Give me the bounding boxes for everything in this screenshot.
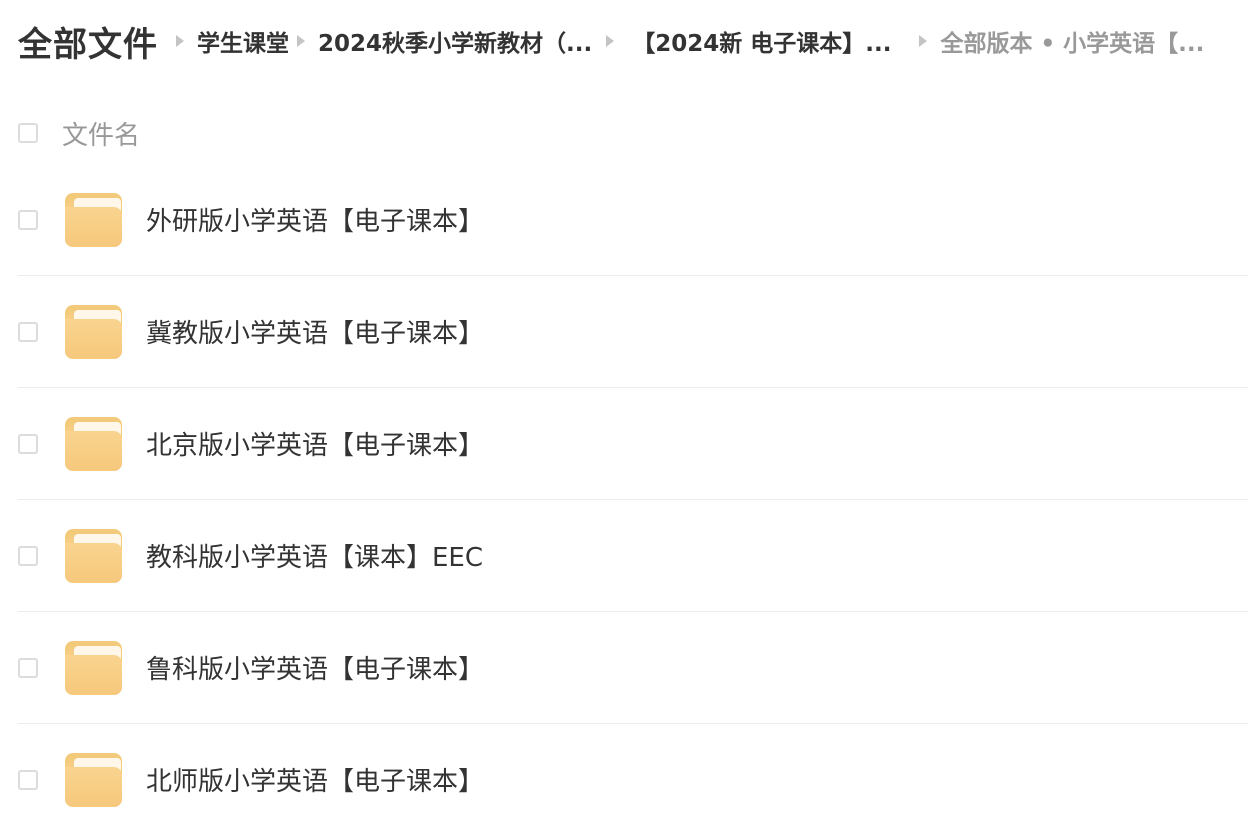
breadcrumb-item-2[interactable]: 2024秋季小学新教材（...: [318, 24, 592, 58]
row-checkbox[interactable]: [18, 321, 38, 342]
file-list: 外研版小学英语【电子课本】 冀教版小学英语【电子课本】 北京版小学英语【电子课本…: [18, 164, 1248, 835]
breadcrumb-separator-icon: [297, 35, 305, 47]
folder-icon: [65, 528, 122, 583]
row-checkbox[interactable]: [18, 433, 38, 454]
folder-icon: [65, 640, 122, 695]
file-name[interactable]: 鲁科版小学英语【电子课本】: [146, 649, 484, 686]
folder-icon: [65, 192, 122, 247]
file-name[interactable]: 外研版小学英语【电子课本】: [146, 201, 484, 238]
list-header: 文件名: [18, 108, 140, 158]
file-name[interactable]: 北京版小学英语【电子课本】: [146, 425, 484, 462]
row-checkbox[interactable]: [18, 209, 38, 230]
page-title[interactable]: 全部文件: [18, 17, 158, 66]
row-checkbox[interactable]: [18, 545, 38, 566]
breadcrumb-item-3[interactable]: 【2024新 电子课本】...: [632, 24, 891, 58]
folder-icon: [65, 752, 122, 807]
folder-icon: [65, 304, 122, 359]
file-name[interactable]: 冀教版小学英语【电子课本】: [146, 313, 484, 350]
list-item[interactable]: 冀教版小学英语【电子课本】: [18, 276, 1248, 388]
row-checkbox[interactable]: [18, 657, 38, 678]
breadcrumb-item-1[interactable]: 学生课堂: [197, 24, 289, 58]
row-checkbox[interactable]: [18, 769, 38, 790]
breadcrumb-item-current: 全部版本 • 小学英语【...: [940, 31, 1205, 57]
file-name[interactable]: 教科版小学英语【课本】EEC: [146, 537, 483, 574]
list-item[interactable]: 教科版小学英语【课本】EEC: [18, 500, 1248, 612]
folder-icon: [65, 416, 122, 471]
list-item[interactable]: 鲁科版小学英语【电子课本】: [18, 612, 1248, 724]
breadcrumb-separator-icon: [176, 35, 184, 47]
select-all-checkbox[interactable]: [18, 123, 38, 143]
header: 全部文件 学生课堂 2024秋季小学新教材（... 【2024新 电子课本】..…: [18, 14, 1238, 68]
column-header-filename[interactable]: 文件名: [62, 115, 140, 152]
list-item[interactable]: 外研版小学英语【电子课本】: [18, 164, 1248, 276]
list-item[interactable]: 北师版小学英语【电子课本】: [18, 724, 1248, 835]
breadcrumb-separator-icon: [606, 35, 615, 47]
list-item[interactable]: 北京版小学英语【电子课本】: [18, 388, 1248, 500]
breadcrumb-separator-icon: [919, 35, 928, 47]
file-name[interactable]: 北师版小学英语【电子课本】: [146, 761, 484, 798]
